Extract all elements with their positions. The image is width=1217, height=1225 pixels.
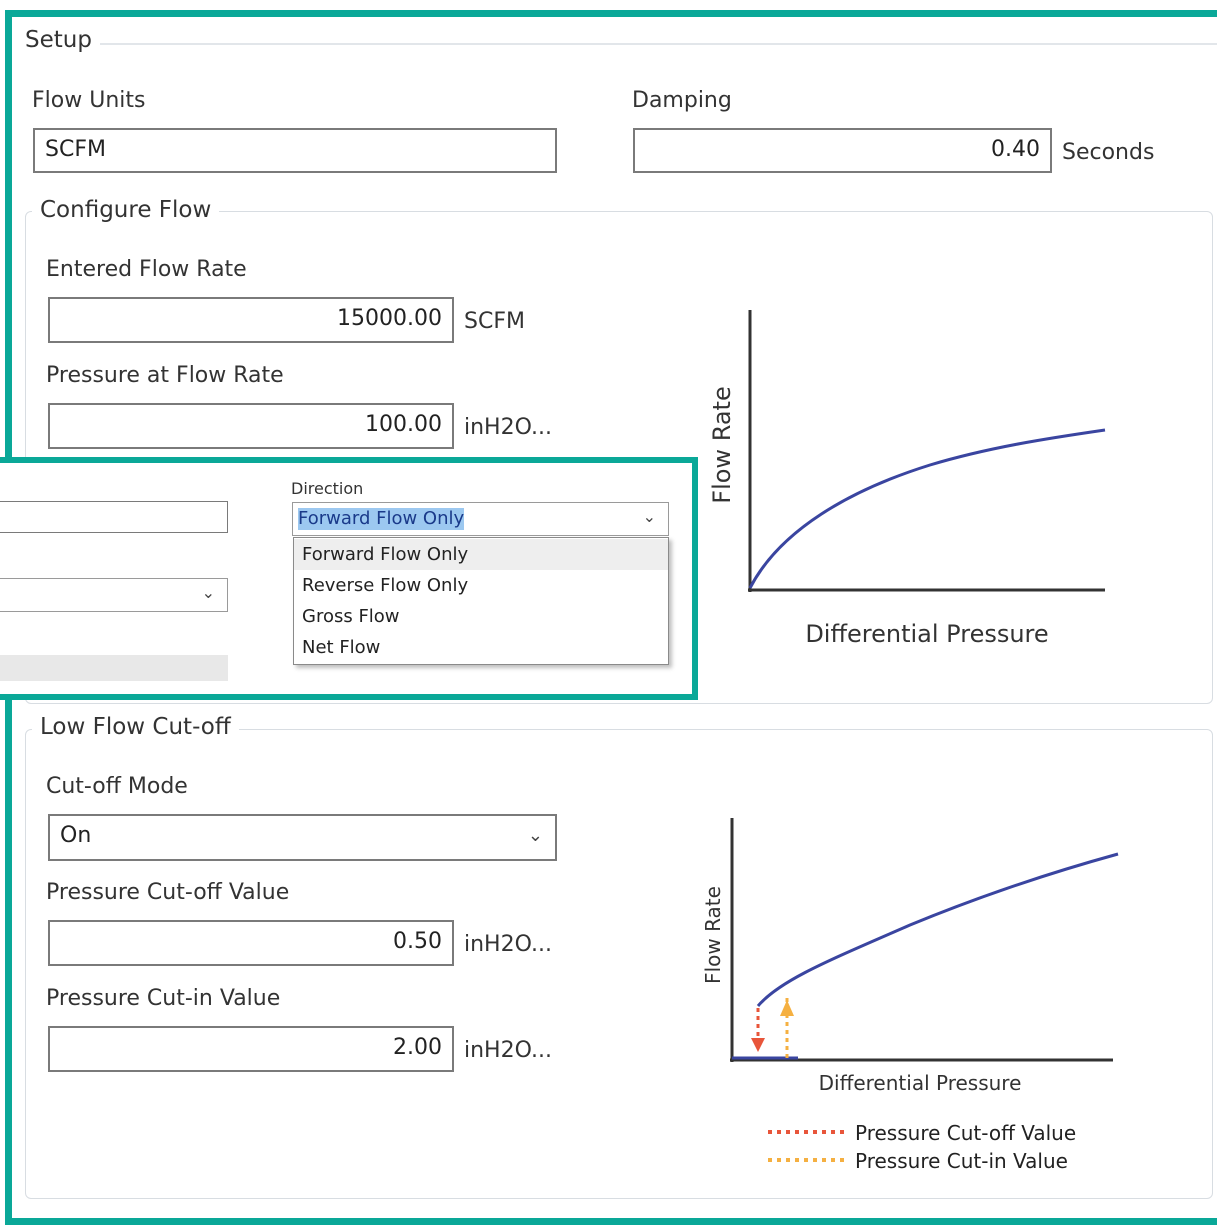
popup-left-select[interactable]: ⌄: [0, 578, 228, 612]
damping-field[interactable]: 0.40: [633, 128, 1052, 173]
flow-curve: [748, 428, 1106, 589]
entered-flow-rate-unit: SCFM: [464, 309, 525, 334]
chevron-down-icon: ⌄: [527, 825, 543, 846]
entered-flow-rate-field[interactable]: 15000.00: [48, 297, 454, 343]
setup-divider: [100, 43, 1217, 45]
legend-cutoff-label: Pressure Cut-off Value: [855, 1121, 1076, 1145]
cutin-value-unit: inH2O...: [464, 1038, 552, 1063]
chart-x-label: Differential Pressure: [805, 620, 1048, 648]
cutoff-value-label: Pressure Cut-off Value: [46, 880, 290, 905]
configure-flow-title: Configure Flow: [32, 197, 220, 223]
cutin-value-field[interactable]: 2.00: [48, 1026, 454, 1072]
cutoff-flow-curve: [756, 852, 1119, 1007]
cutoff-chart-x-label: Differential Pressure: [819, 1071, 1022, 1095]
pressure-at-flow-rate-unit: inH2O...: [464, 415, 552, 440]
direction-select[interactable]: Forward Flow Only ⌄: [292, 502, 669, 536]
direction-option-forward[interactable]: Forward Flow Only: [294, 539, 668, 570]
chevron-down-icon: ⌄: [642, 507, 656, 526]
flow-units-label: Flow Units: [32, 88, 146, 113]
cutoff-chart-y-label: Flow Rate: [701, 886, 725, 984]
direction-dropdown-list: Forward Flow Only Reverse Flow Only Gros…: [293, 537, 669, 665]
damping-unit: Seconds: [1062, 140, 1155, 165]
cutoff-mode-label: Cut-off Mode: [46, 774, 188, 799]
direction-label: Direction: [291, 479, 364, 498]
pressure-at-flow-rate-label: Pressure at Flow Rate: [46, 363, 284, 388]
cutoff-mode-select[interactable]: On ⌄: [48, 814, 557, 861]
direction-option-reverse[interactable]: Reverse Flow Only: [294, 570, 668, 601]
chevron-down-icon: ⌄: [201, 583, 215, 602]
cutin-value-label: Pressure Cut-in Value: [46, 986, 281, 1011]
popup-left-field[interactable]: [0, 501, 228, 533]
cutoff-arrow-head: [751, 1038, 765, 1052]
direction-selected-value: Forward Flow Only: [298, 508, 465, 530]
cutoff-chart: Flow Rate Differential Pressure Pressure…: [701, 818, 1119, 1173]
setup-title: Setup: [17, 27, 100, 53]
chart-y-label: Flow Rate: [708, 386, 736, 503]
damping-label: Damping: [632, 88, 732, 113]
legend-cutin-label: Pressure Cut-in Value: [855, 1149, 1068, 1173]
flow-units-field[interactable]: SCFM: [33, 128, 557, 173]
cutoff-mode-value: On: [60, 823, 92, 848]
entered-flow-rate-label: Entered Flow Rate: [46, 257, 247, 282]
direction-popup: ⌄ Direction Forward Flow Only ⌄ Forward …: [0, 457, 698, 700]
pressure-at-flow-rate-field[interactable]: 100.00: [48, 403, 454, 449]
direction-option-net[interactable]: Net Flow: [294, 632, 668, 663]
cutin-arrow-head: [780, 1000, 794, 1016]
cutoff-value-unit: inH2O...: [464, 932, 552, 957]
cutoff-value-field[interactable]: 0.50: [48, 920, 454, 966]
direction-option-gross[interactable]: Gross Flow: [294, 601, 668, 632]
flow-curve-chart: Flow Rate Differential Pressure: [708, 310, 1106, 648]
low-flow-cutoff-title: Low Flow Cut-off: [32, 714, 239, 740]
popup-left-disabled-field: [0, 655, 228, 681]
